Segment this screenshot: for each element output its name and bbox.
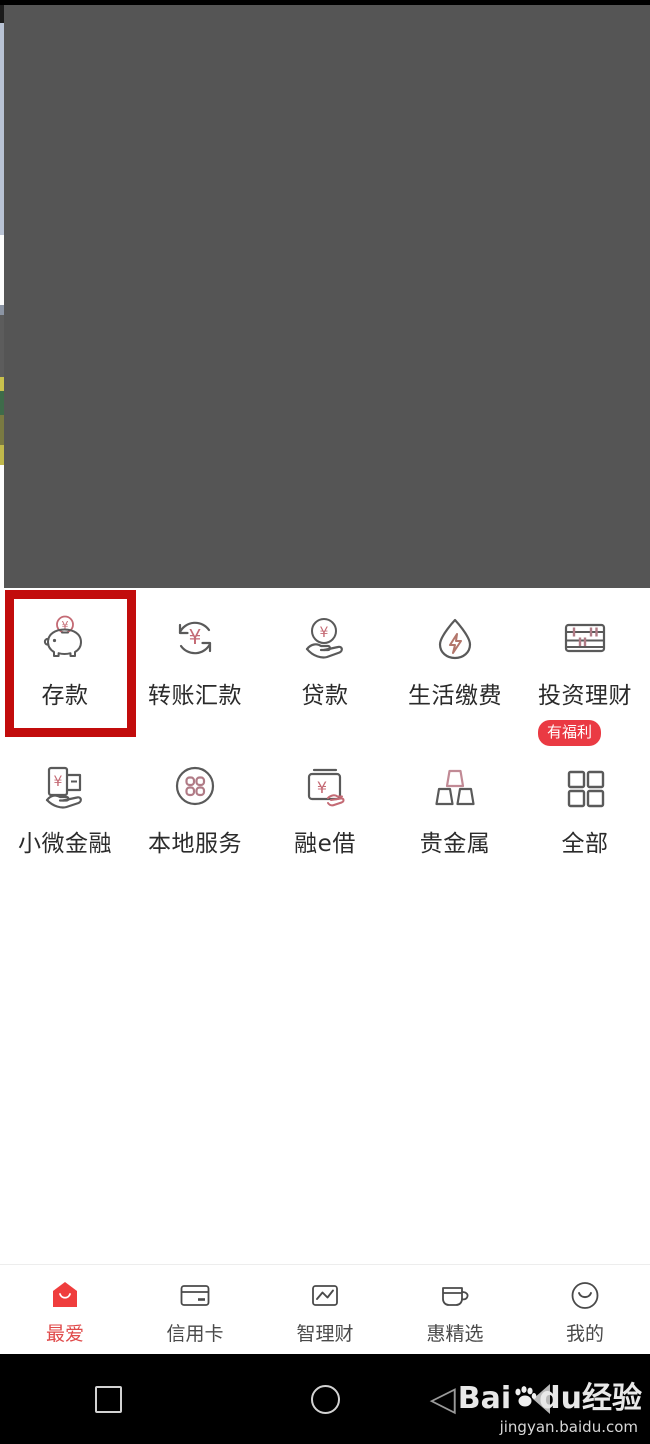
circle-four-petals-icon	[167, 758, 223, 814]
obscured-content-region	[0, 5, 650, 588]
shortcut-local-services[interactable]: 本地服务	[130, 736, 260, 884]
tab-label: 信用卡	[166, 1322, 224, 1345]
shortcut-loan[interactable]: ¥ 贷款	[260, 588, 390, 736]
svg-text:¥: ¥	[317, 778, 327, 797]
shortcut-transfer[interactable]: ¥ 转账汇款	[130, 588, 260, 736]
shortcut-label: 投资理财	[538, 683, 632, 709]
status-badge: 有福利	[538, 720, 602, 746]
shortcut-label: 小微金融	[18, 831, 112, 857]
home-favorite-icon	[45, 1278, 85, 1312]
shortcut-label: 本地服务	[148, 831, 242, 857]
svg-text:¥: ¥	[189, 625, 202, 649]
tab-mine[interactable]: 我的	[520, 1265, 650, 1354]
coffee-cup-icon	[435, 1278, 475, 1312]
android-system-nav	[0, 1354, 650, 1444]
gold-bars-icon	[427, 758, 483, 814]
tab-label: 我的	[565, 1322, 604, 1345]
empty-content-area	[0, 888, 650, 1283]
credit-card-icon	[175, 1278, 215, 1312]
left-edge-content-strip	[0, 5, 4, 588]
chart-wave-icon	[305, 1278, 345, 1312]
svg-text:¥: ¥	[320, 625, 329, 641]
back-triangle-icon[interactable]	[433, 1384, 650, 1414]
tab-label: 惠精选	[426, 1322, 484, 1345]
shortcut-label: 贷款	[301, 683, 349, 709]
piggy-bank-icon: ¥	[37, 610, 93, 666]
grid-four-squares-icon	[557, 758, 613, 814]
shortcut-all[interactable]: 有福利 全部	[520, 720, 650, 884]
phone-screen: ¥ 存款 ¥ 转账汇款 ¥ 贷款 生活缴费 投资理财 ¥ 小微金融 本地服务 ¥…	[0, 0, 650, 1444]
tab-favorites[interactable]: 最爱	[0, 1265, 130, 1354]
tab-deals[interactable]: 惠精选	[390, 1265, 520, 1354]
bottom-tab-bar: 最爱 信用卡 智理财 惠精选 我的	[0, 1264, 650, 1354]
shortcut-label: 生活缴费	[408, 683, 502, 709]
shortcut-deposit[interactable]: ¥ 存款	[0, 588, 130, 736]
shortcut-row-1: ¥ 存款 ¥ 转账汇款 ¥ 贷款 生活缴费 投资理财	[0, 588, 650, 736]
tab-wealth[interactable]: 智理财	[260, 1265, 390, 1354]
card-yen-hand-icon: ¥	[297, 758, 353, 814]
tab-label: 最爱	[45, 1322, 84, 1345]
shortcut-rongejie[interactable]: ¥ 融e借	[260, 736, 390, 884]
smiley-face-icon	[565, 1278, 605, 1312]
shortcut-label: 融e借	[294, 831, 356, 857]
shortcut-investment[interactable]: 投资理财	[520, 588, 650, 736]
transfer-circle-yen-icon: ¥	[167, 610, 223, 666]
abacus-icon	[557, 610, 613, 666]
shortcut-label: 转账汇款	[148, 683, 242, 709]
hand-holding-yen-coin-icon: ¥	[297, 610, 353, 666]
shortcut-label: 贵金属	[419, 831, 491, 857]
shortcut-label: 全部	[561, 831, 609, 857]
shortcut-grid: ¥ 存款 ¥ 转账汇款 ¥ 贷款 生活缴费 投资理财 ¥ 小微金融 本地服务 ¥…	[0, 588, 650, 888]
hand-documents-yen-icon: ¥	[37, 758, 93, 814]
svg-text:¥: ¥	[54, 774, 63, 790]
shortcut-row-2: ¥ 小微金融 本地服务 ¥ 融e借 贵金属 有福利 全部	[0, 720, 650, 884]
shortcut-utilities[interactable]: 生活缴费	[390, 588, 520, 736]
shortcut-precious-metals[interactable]: 贵金属	[390, 736, 520, 884]
tab-credit-card[interactable]: 信用卡	[130, 1265, 260, 1354]
tab-label: 智理财	[296, 1322, 354, 1345]
recent-apps-square-icon[interactable]	[0, 1385, 217, 1413]
shortcut-micro-finance[interactable]: ¥ 小微金融	[0, 736, 130, 884]
droplet-lightning-icon	[427, 610, 483, 666]
shortcut-label: 存款	[41, 683, 89, 709]
home-circle-icon[interactable]	[217, 1384, 434, 1414]
